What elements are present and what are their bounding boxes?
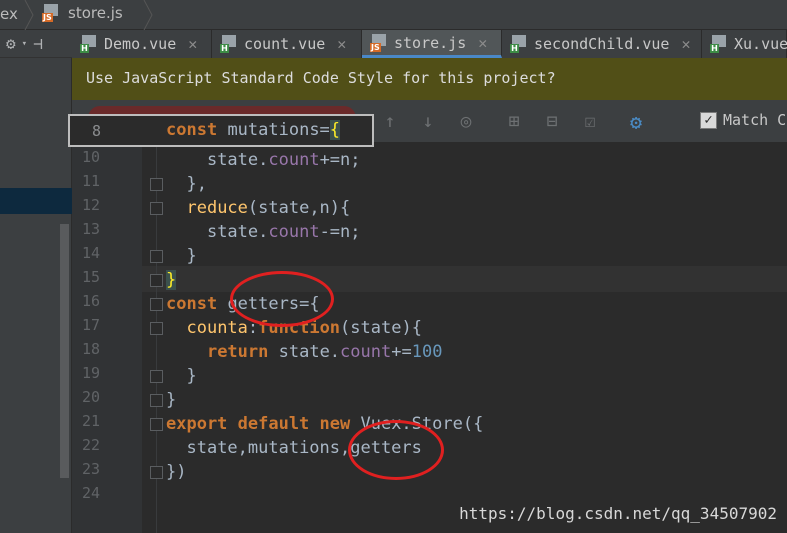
code-line[interactable]: }: [166, 388, 176, 412]
line-number: 10: [81, 148, 100, 166]
fold-marker-icon[interactable]: [150, 418, 163, 431]
tab-label: store.js: [394, 33, 467, 52]
dropdown-arrow-icon[interactable]: ▾: [22, 39, 27, 49]
breadcrumb-file[interactable]: JS store.js: [42, 4, 123, 22]
line-number: 19: [81, 364, 100, 382]
project-scrollbar[interactable]: [60, 224, 69, 478]
line-number: 20: [81, 388, 100, 406]
fold-marker-icon[interactable]: [150, 250, 163, 263]
code-line[interactable]: return state.count+=100: [166, 340, 442, 364]
arrow-down-icon[interactable]: ↓: [416, 110, 440, 134]
code-line[interactable]: },: [166, 172, 206, 196]
fold-marker-icon[interactable]: [150, 370, 163, 383]
code-line[interactable]: }: [166, 244, 196, 268]
code-line[interactable]: }: [166, 364, 196, 388]
breadcrumb-separator-icon: [143, 0, 153, 30]
line-number: 16: [81, 292, 100, 310]
js-file-icon: JS: [42, 4, 62, 22]
checkmark-icon[interactable]: ✓: [700, 111, 717, 129]
annotation-circle: [348, 420, 444, 480]
peek-code: const mutations={: [166, 120, 341, 140]
code-line[interactable]: reduce(state,n){: [166, 196, 350, 220]
vue-file-icon: H: [510, 35, 530, 53]
tab-label: Xu.vue: [734, 35, 787, 53]
line-number: 12: [81, 196, 100, 214]
editor-tabs: H Demo.vue ✕ H count.vue ✕ JS store.js ✕…: [72, 30, 787, 58]
peek-line-number: 8: [92, 122, 102, 140]
fold-marker-icon[interactable]: [150, 322, 163, 335]
match-case-option[interactable]: ✓ Match C: [700, 111, 786, 129]
watermark: https://blog.csdn.net/qq_34507902: [459, 504, 777, 523]
line-number: 23: [81, 460, 100, 478]
fold-marker-icon[interactable]: [150, 274, 163, 287]
close-icon[interactable]: ✕: [478, 34, 487, 52]
close-icon[interactable]: ✕: [337, 35, 346, 53]
code-style-banner: Use JavaScript Standard Code Style for t…: [72, 58, 787, 100]
line-number: 13: [81, 220, 100, 238]
fold-marker-icon[interactable]: [150, 394, 163, 407]
vue-file-icon: H: [220, 35, 240, 53]
tab-label: count.vue: [244, 35, 326, 53]
match-case-label: Match C: [723, 111, 787, 129]
line-number: 24: [81, 484, 100, 502]
tab-demo-vue[interactable]: H Demo.vue ✕: [72, 30, 212, 58]
find-usages-icon[interactable]: ◎: [454, 110, 478, 134]
close-icon[interactable]: ✕: [188, 35, 197, 53]
vue-file-icon: H: [80, 35, 100, 53]
fold-marker-icon[interactable]: [150, 178, 163, 191]
project-panel: [0, 58, 72, 533]
project-toolbar: ⚙ ▾ ⊣: [0, 30, 72, 58]
line-number: 11: [81, 172, 100, 190]
sticky-line-popup[interactable]: 8 const mutations={: [68, 114, 374, 147]
code-line[interactable]: state.count-=n;: [166, 220, 361, 244]
selected-tree-item[interactable]: [0, 188, 72, 214]
vue-file-icon: H: [710, 35, 730, 53]
add-occurrence-icon[interactable]: ⊞: [502, 110, 526, 134]
js-file-icon: JS: [370, 33, 390, 52]
fold-marker-icon[interactable]: [150, 466, 163, 479]
code-line[interactable]: }: [166, 268, 177, 292]
line-number: 22: [81, 436, 100, 454]
fold-marker-icon[interactable]: [150, 298, 163, 311]
breadcrumb-prev[interactable]: ex: [0, 5, 18, 23]
banner-text: Use JavaScript Standard Code Style for t…: [86, 69, 556, 87]
tab-label: Demo.vue: [104, 35, 177, 53]
line-number: 21: [81, 412, 100, 430]
annotation-circle: [230, 271, 334, 327]
tab-count-vue[interactable]: H count.vue ✕: [212, 30, 362, 58]
tab-xu-vue[interactable]: H Xu.vue: [702, 30, 787, 58]
code-line[interactable]: state.count+=n;: [166, 148, 361, 172]
breadcrumb-file-label: store.js: [68, 4, 123, 22]
line-number: 18: [81, 340, 100, 358]
breadcrumb: ex JS store.js: [0, 0, 787, 30]
tab-label: secondChild.vue: [534, 35, 670, 53]
remove-occurrence-icon[interactable]: ⊟: [540, 110, 564, 134]
line-number: 17: [81, 316, 100, 334]
collapse-panel-icon[interactable]: ⊣: [33, 34, 43, 53]
code-line[interactable]: }): [166, 460, 186, 484]
fold-marker-icon[interactable]: [150, 202, 163, 215]
line-number: 15: [81, 268, 100, 286]
line-number: 14: [81, 244, 100, 262]
code-editor[interactable]: 10 11 12 13 14 15 16 17 18 19 20 21 22 2…: [72, 142, 787, 533]
gear-icon[interactable]: ⚙: [6, 34, 16, 53]
tab-secondchild-vue[interactable]: H secondChild.vue ✕: [502, 30, 702, 58]
settings-gear-icon[interactable]: ⚙: [624, 110, 648, 134]
arrow-up-icon[interactable]: ↑: [378, 110, 402, 134]
tab-store-js[interactable]: JS store.js ✕: [362, 30, 502, 58]
close-icon[interactable]: ✕: [681, 35, 690, 53]
breadcrumb-separator-icon: [24, 0, 34, 30]
select-all-occurrences-icon[interactable]: ☑: [578, 110, 602, 134]
